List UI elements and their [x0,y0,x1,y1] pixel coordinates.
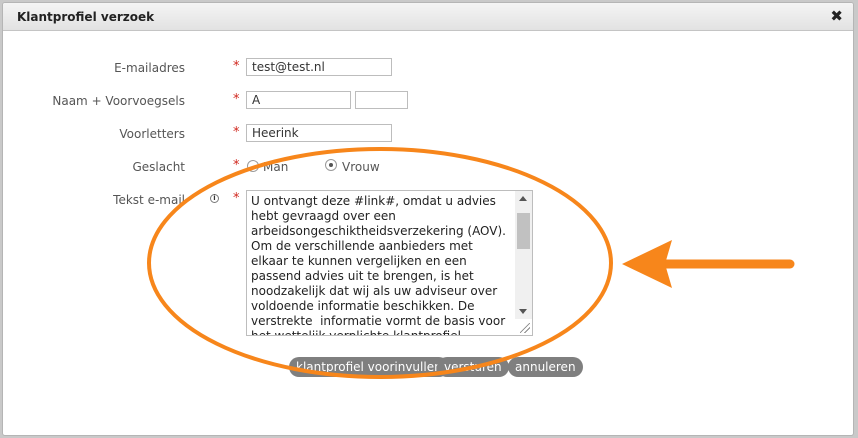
email-text-textarea[interactable]: U ontvangt deze #link#, omdat u advies h… [246,190,533,336]
email-text-content: U ontvangt deze #link#, omdat u advies h… [251,194,510,336]
info-icon[interactable]: i [210,194,219,203]
initials-field[interactable] [246,124,392,142]
gender-label: Geslacht [132,160,185,174]
dialog-titlebar: Klantprofiel verzoek ✖ [3,3,853,31]
name-label: Naam + Voorvoegsels [52,94,185,108]
gender-radio-vrouw[interactable] [325,159,337,171]
prefill-button[interactable]: klantprofiel voorinvullen [289,357,449,377]
email-text-label: Tekst e-mail [113,193,185,207]
scroll-up-icon[interactable] [519,196,527,201]
required-marker: * [233,158,240,173]
email-field[interactable] [246,58,392,76]
required-marker: * [233,125,240,140]
required-marker: * [233,59,240,74]
email-label: E-mailadres [114,61,185,75]
dialog-scrollbar[interactable] [847,32,853,435]
gender-radio-man[interactable] [247,160,259,172]
name-prefix-field[interactable] [355,91,408,109]
scroll-down-icon[interactable] [519,309,527,314]
initials-label: Voorletters [119,127,185,141]
gender-option-man: Man [263,160,289,174]
scroll-thumb[interactable] [517,213,530,249]
cancel-button[interactable]: annuleren [508,357,583,377]
resize-grip-icon[interactable] [520,323,530,333]
required-marker: * [233,92,240,107]
klantprofiel-dialog: Klantprofiel verzoek ✖ E-mailadres * Naa… [2,2,854,436]
send-button[interactable]: versturen [437,357,509,377]
required-marker: * [233,191,240,206]
gender-option-vrouw: Vrouw [342,160,380,174]
dialog-title: Klantprofiel verzoek [17,10,155,24]
close-icon[interactable]: ✖ [830,8,843,24]
textarea-scrollbar[interactable] [515,191,532,319]
name-field[interactable] [246,91,351,109]
